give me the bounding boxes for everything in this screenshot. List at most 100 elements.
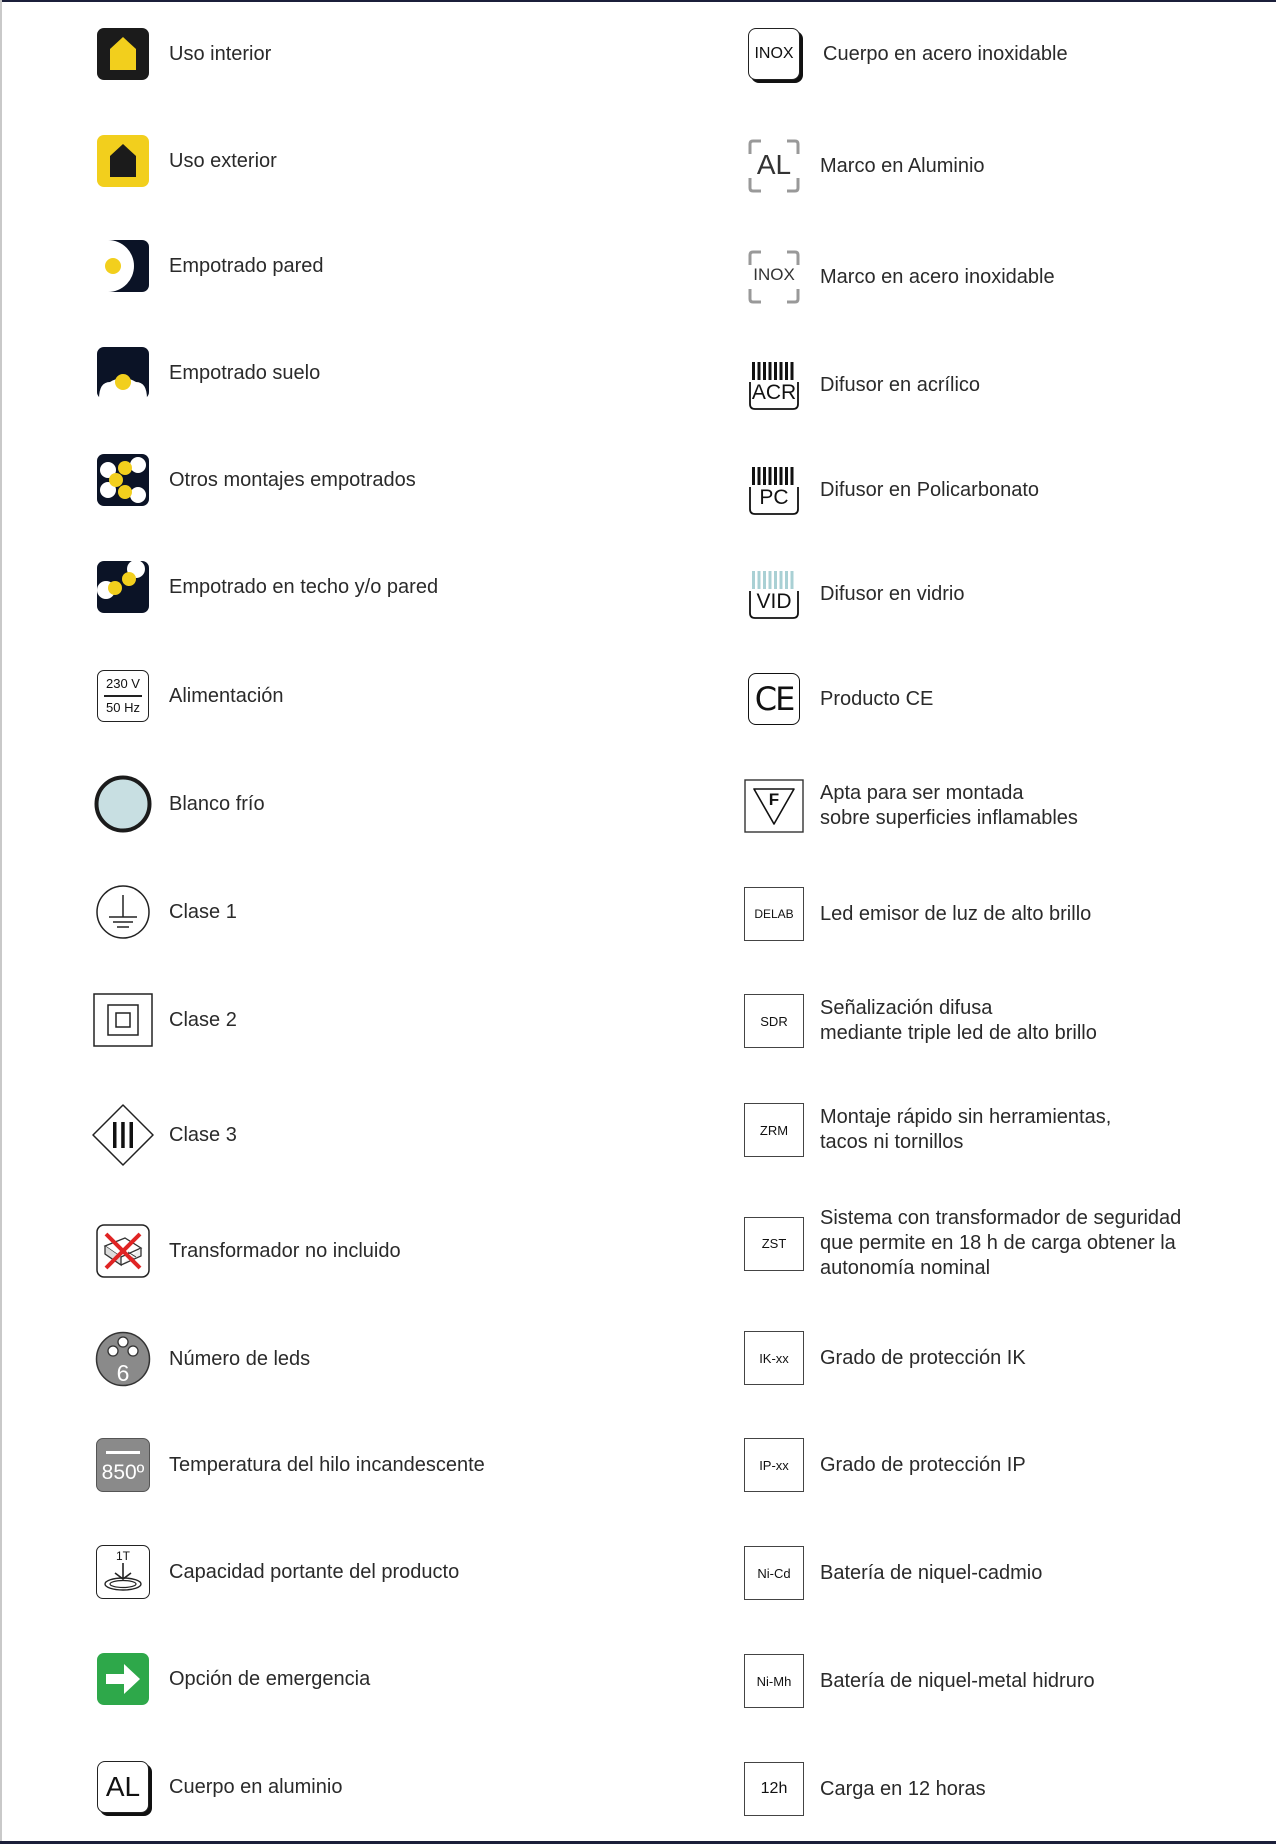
top-border — [0, 0, 1276, 2]
legend-item-emergency: Opción de emergencia — [93, 1649, 370, 1709]
glow-wire-text: 850º — [101, 1461, 145, 1484]
legend-item-inox-frame: INOX Marco en acero inoxidable — [744, 247, 1055, 307]
legend-label: Sistema con transformador de seguridad q… — [820, 1206, 1181, 1281]
glass-diffuser-icon: VID — [744, 564, 804, 624]
legend-item-class2: Clase 2 — [93, 990, 237, 1050]
legend-item-inox-body: INOX Cuerpo en acero inoxidable — [744, 24, 1068, 84]
charge-12h-text: 12h — [760, 1780, 788, 1797]
legend-label: Producto CE — [820, 687, 934, 710]
zst-icon: ZST — [744, 1214, 804, 1274]
legend-label: Difusor en Policarbonato — [820, 478, 1040, 501]
legend-label: Difusor en acrílico — [820, 373, 981, 396]
inox-body-text: INOX — [754, 45, 794, 62]
legend-label: Clase 2 — [169, 1008, 237, 1031]
ik-rating-icon: IK-xx — [744, 1328, 804, 1388]
legend-label: Led emisor de luz de alto brillo — [820, 902, 1092, 925]
legend-label: Marco en Aluminio — [820, 154, 985, 177]
legend-label-line: que permite en 18 h de carga obtener la — [820, 1232, 1176, 1254]
sdr-text: SDR — [760, 1013, 788, 1029]
legend-item-glass-diffuser: VID Difusor en vidrio — [744, 564, 965, 624]
legend-label-line: Montaje rápido sin herramientas, — [820, 1106, 1112, 1128]
glow-wire-bar — [106, 1451, 140, 1454]
legend-label: Uso interior — [169, 42, 272, 65]
legend-item-led-count: 6 Número de leds — [93, 1329, 310, 1389]
legend-label-line: mediante triple led de alto brillo — [820, 1022, 1097, 1044]
led-count-text: 6 — [116, 1360, 130, 1386]
legend-item-no-transformer: Transformador no incluido — [93, 1221, 401, 1281]
legend-item-delab: DELAB Led emisor de luz de alto brillo — [744, 884, 1091, 944]
frequency-text: 50 Hz — [106, 699, 140, 715]
ik-text: IK-xx — [759, 1350, 789, 1366]
legend-item-nicd: Ni-Cd Batería de niquel-cadmio — [744, 1543, 1042, 1603]
legend-label: Empotrado suelo — [169, 361, 321, 384]
legend-label-line: sobre superficies inflamables — [820, 807, 1078, 829]
legend-label: Empotrado en techo y/o pared — [169, 575, 439, 598]
legend-label-line: Apta para ser montada — [820, 782, 1024, 804]
zrm-icon: ZRM — [744, 1100, 804, 1160]
legend-label: Transformador no incluido — [169, 1239, 401, 1262]
legend-label: Cuerpo en aluminio — [169, 1775, 343, 1798]
legend-item-wall-recessed: Empotrado pared — [93, 236, 324, 296]
legend-item-aluminium-body: AL Cuerpo en aluminio — [93, 1757, 342, 1817]
polycarbonate-text: PC — [759, 486, 789, 509]
flammable-text: F — [768, 790, 780, 809]
legend-label: Temperatura del hilo incandescente — [169, 1453, 485, 1476]
legend-label: Señalización difusa mediante triple led … — [820, 996, 1097, 1046]
voltage-text: 230 V — [106, 676, 140, 692]
inox-body-icon: INOX — [744, 24, 804, 84]
legend-label: Opción de emergencia — [169, 1667, 371, 1690]
ip-rating-icon: IP-xx — [744, 1435, 804, 1495]
nicd-text: Ni-Cd — [757, 1565, 791, 1581]
legend-label: Carga en 12 horas — [820, 1777, 986, 1800]
legend-item-cold-white: Blanco frío — [93, 774, 265, 834]
ce-mark-icon: CE — [744, 669, 804, 729]
legend-label: Grado de protección IP — [820, 1453, 1026, 1476]
aluminium-body-text: AL — [105, 1771, 141, 1802]
nimh-text: Ni-Mh — [756, 1673, 792, 1689]
class2-double-square-icon — [93, 990, 153, 1050]
legend-item-other-recessed: Otros montajes empotrados — [93, 450, 416, 510]
nicd-battery-icon: Ni-Cd — [744, 1543, 804, 1603]
emergency-arrow-icon — [93, 1649, 153, 1709]
legend-label: Blanco frío — [169, 792, 265, 815]
legend-label: Empotrado pared — [169, 254, 324, 277]
delab-icon: DELAB — [744, 884, 804, 944]
legend-item-charge-12h: 12h Carga en 12 horas — [744, 1759, 986, 1819]
legend-item-class1: Clase 1 — [93, 882, 237, 942]
legend-label: Batería de niquel-cadmio — [820, 1561, 1043, 1584]
legend-label: Clase 3 — [169, 1123, 237, 1146]
legend-label-line: Sistema con transformador de seguridad — [820, 1207, 1182, 1229]
glow-wire-icon: 850º — [93, 1435, 153, 1495]
glass-text: VID — [756, 590, 792, 613]
legend-item-power-supply: 230 V 50 Hz Alimentación — [93, 666, 284, 726]
floor-recessed-icon — [93, 343, 153, 403]
legend-label-line: tacos ni tornillos — [820, 1131, 964, 1153]
acrylic-diffuser-icon: ACR — [744, 355, 804, 415]
nimh-battery-icon: Ni-Mh — [744, 1651, 804, 1711]
legend-label: Montaje rápido sin herramientas, tacos n… — [820, 1105, 1111, 1155]
legend-item-aluminium-frame: AL Marco en Aluminio — [744, 136, 985, 196]
sdr-icon: SDR — [744, 991, 804, 1051]
left-border — [0, 0, 2, 1844]
legend-item-ip: IP-xx Grado de protección IP — [744, 1435, 1026, 1495]
legend-item-indoor: Uso interior — [93, 24, 271, 84]
divider — [104, 695, 142, 697]
legend-label: Cuerpo en acero inoxidable — [823, 42, 1068, 65]
legend-item-nimh: Ni-Mh Batería de niquel-metal hidruro — [744, 1651, 1095, 1711]
legend-item-ceiling-wall-recessed: Empotrado en techo y/o pared — [93, 557, 438, 617]
legend-item-zrm: ZRM Montaje rápido sin herramientas, tac… — [744, 1100, 1111, 1160]
cold-white-icon — [93, 774, 153, 834]
legend-item-floor-recessed: Empotrado suelo — [93, 343, 320, 403]
legend-label: Número de leds — [169, 1347, 311, 1370]
class3-diamond-icon — [91, 1103, 155, 1167]
legend-label: Clase 1 — [169, 900, 237, 923]
ce-text: CE — [754, 680, 796, 718]
legend-label: Apta para ser montada sobre superficies … — [820, 781, 1078, 831]
legend-item-ce: CE Producto CE — [744, 669, 933, 729]
legend-label: Uso exterior — [169, 149, 277, 172]
polycarbonate-diffuser-icon: PC — [744, 460, 804, 520]
legend-item-polycarbonate-diffuser: PC Difusor en Policarbonato — [744, 460, 1039, 520]
legend-label: Grado de protección IK — [820, 1346, 1026, 1369]
home-outdoor-icon — [93, 131, 153, 191]
legend-item-acrylic-diffuser: ACR Difusor en acrílico — [744, 355, 980, 415]
